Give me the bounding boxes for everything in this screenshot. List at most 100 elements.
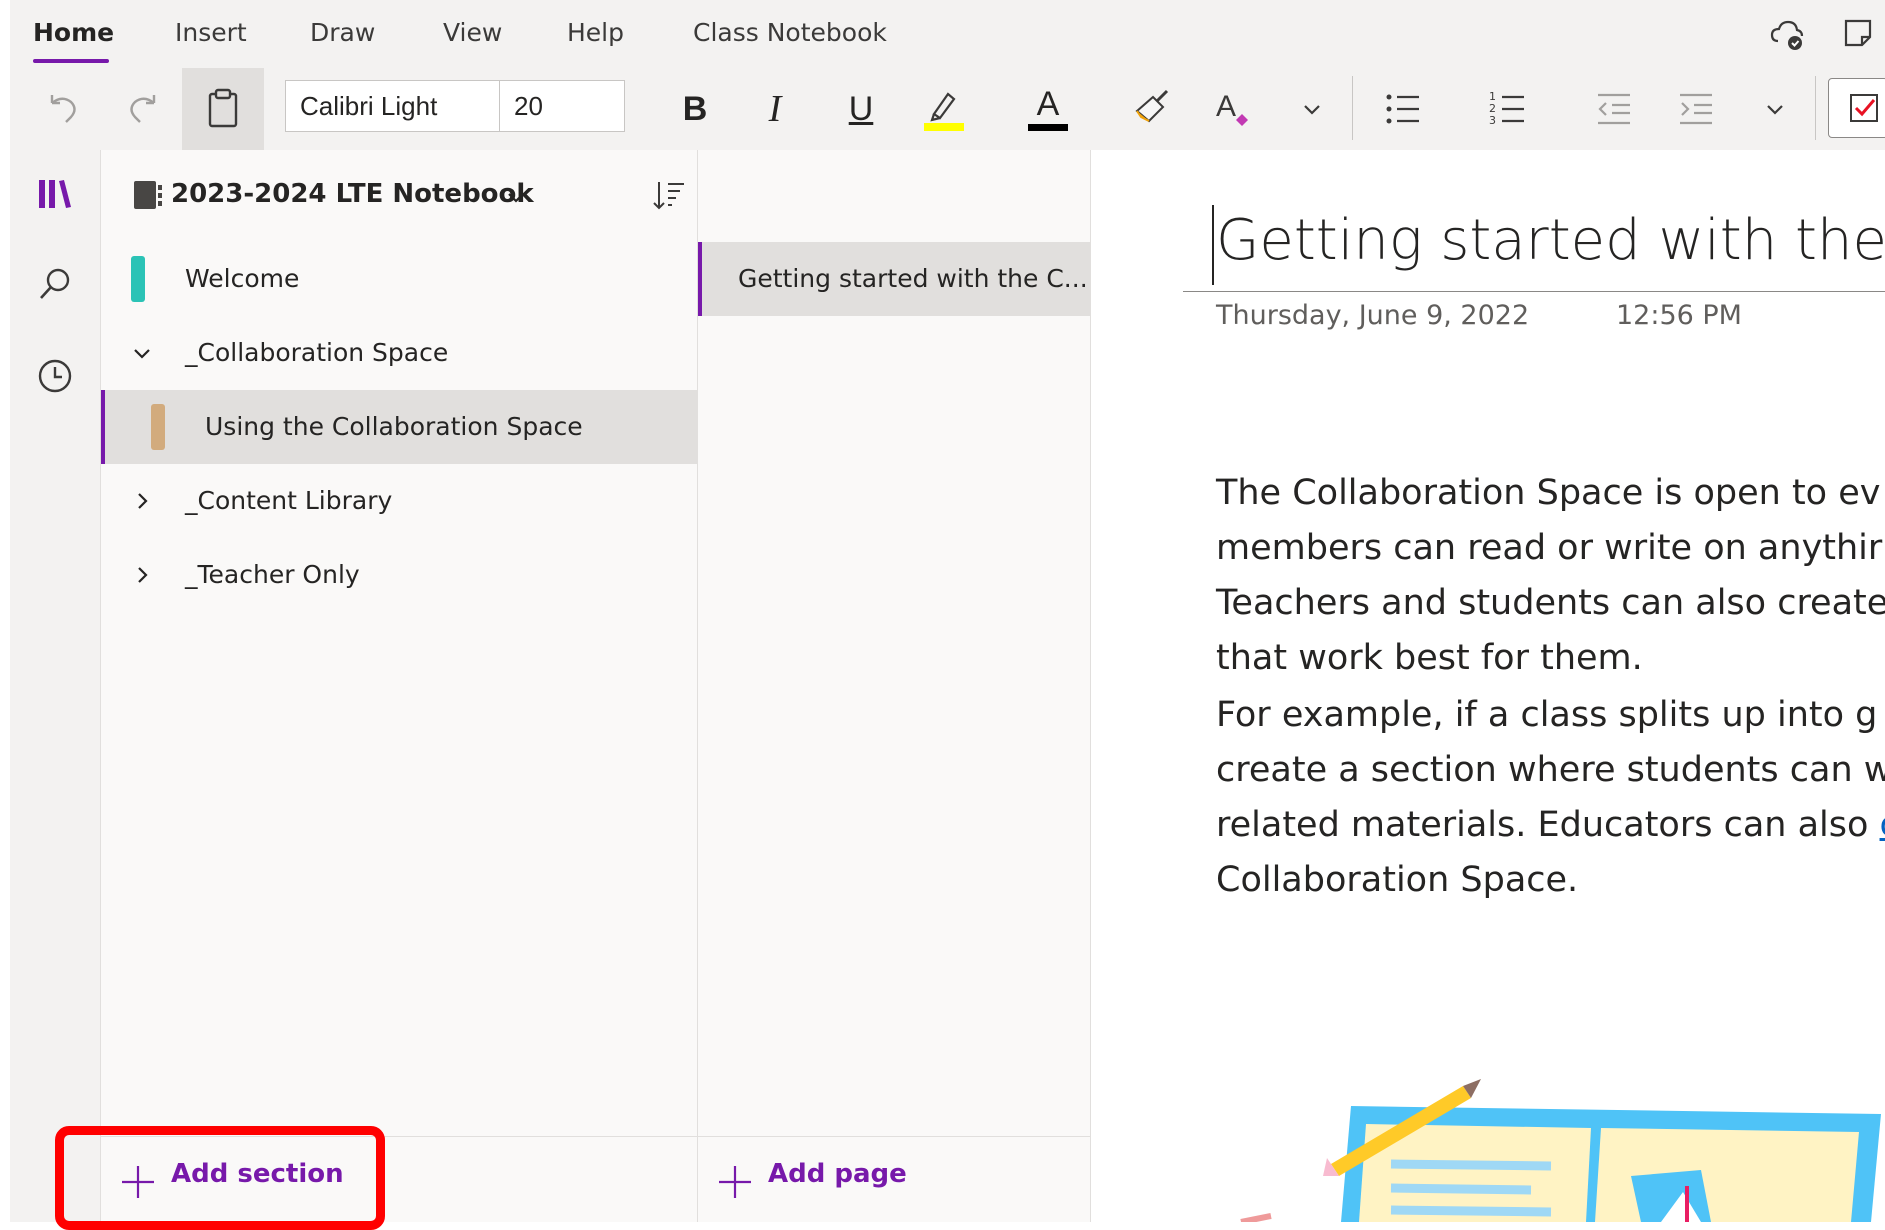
notebook-icon	[134, 181, 162, 209]
ribbon-tabs: Home Insert Draw View Help Class Noteboo…	[10, 0, 1885, 68]
section-item-welcome[interactable]: Welcome	[101, 242, 697, 316]
underline-button[interactable]: U	[836, 68, 886, 150]
chevron-down-icon	[1767, 105, 1783, 115]
tab-insert[interactable]: Insert	[175, 18, 247, 47]
underline-label: U	[848, 89, 874, 128]
todo-tag-button[interactable]	[1828, 78, 1885, 138]
section-item-using-collaboration-space[interactable]: Using the Collaboration Space	[101, 390, 697, 464]
font-more-dropdown[interactable]	[1292, 68, 1332, 150]
sections-pane: 2023-2024 LTE Notebook Welcome _Collabor…	[101, 150, 698, 1222]
body-line: related materials. Educators can also c	[1216, 798, 1885, 853]
notebook-title: 2023-2024 LTE Notebook	[171, 179, 534, 209]
font-color-button[interactable]: A	[1020, 68, 1076, 150]
italic-button[interactable]: I	[750, 68, 800, 150]
page-item-label: Getting started with the C...	[738, 264, 1088, 293]
add-section-button[interactable]: Add section	[101, 1136, 697, 1222]
sync-status-icon[interactable]	[1768, 15, 1806, 57]
numbering-button[interactable]: 1 2 3	[1480, 68, 1536, 150]
tab-view[interactable]: View	[443, 18, 502, 47]
section-group-label: _Content Library	[185, 486, 393, 515]
body-line: For example, if a class splits up into g	[1216, 695, 1878, 735]
format-painter-icon	[1135, 89, 1169, 123]
text-cursor	[1212, 205, 1214, 285]
section-color-tab	[131, 256, 145, 302]
body-line: create a section where students can w	[1216, 750, 1885, 790]
chevron-down-icon	[508, 193, 524, 203]
plus-icon	[719, 1166, 751, 1198]
sort-button[interactable]	[649, 176, 689, 216]
chevron-right-icon[interactable]	[129, 562, 155, 588]
body-line: that work best for them.	[1216, 638, 1643, 678]
clock-icon	[38, 359, 72, 393]
clear-formatting-icon: A	[1216, 90, 1248, 126]
decrease-indent-button[interactable]	[1586, 68, 1642, 150]
undo-button[interactable]	[32, 68, 92, 150]
page-date: Thursday, June 9, 2022	[1216, 300, 1530, 331]
highlight-button[interactable]	[915, 68, 971, 150]
section-label: Using the Collaboration Space	[205, 412, 583, 441]
section-group-teacher-only[interactable]: _Teacher Only	[101, 538, 697, 612]
add-page-button[interactable]: Add page	[698, 1136, 1090, 1222]
bullets-button[interactable]	[1375, 68, 1431, 150]
bold-label: B	[682, 89, 708, 128]
format-painter-button[interactable]	[1125, 68, 1181, 150]
clipboard-icon	[208, 88, 238, 128]
inline-link[interactable]: c	[1880, 805, 1885, 845]
page-time: 12:56 PM	[1616, 300, 1742, 331]
tab-draw[interactable]: Draw	[310, 18, 375, 47]
search-icon	[40, 268, 70, 299]
library-icon	[39, 180, 71, 208]
selection-indicator	[101, 390, 105, 464]
sticky-notes-icon[interactable]	[1840, 15, 1878, 57]
tab-class-notebook[interactable]: Class Notebook	[693, 18, 887, 47]
body-paragraph[interactable]: For example, if a class splits up into g…	[1216, 688, 1885, 908]
notebooks-button[interactable]	[10, 154, 100, 234]
section-group-content-library[interactable]: _Content Library	[101, 464, 697, 538]
chevron-right-icon[interactable]	[129, 488, 155, 514]
font-name-input[interactable]: Calibri Light	[286, 81, 500, 131]
search-button[interactable]	[10, 244, 100, 324]
increase-indent-button[interactable]	[1668, 68, 1724, 150]
redo-button[interactable]	[114, 68, 174, 150]
paste-button[interactable]	[182, 68, 264, 150]
font-size-input[interactable]: 20	[500, 81, 624, 131]
paragraph-more-dropdown[interactable]	[1755, 68, 1795, 150]
body-paragraph[interactable]: The Collaboration Space is open to ev me…	[1216, 466, 1885, 686]
outdent-icon	[1598, 93, 1630, 125]
recent-notes-button[interactable]	[10, 336, 100, 416]
font-color-swatch	[1028, 124, 1068, 131]
redo-icon	[130, 95, 156, 123]
tab-help[interactable]: Help	[567, 18, 624, 47]
body-line: Collaboration Space.	[1216, 860, 1579, 900]
section-color-tab	[151, 404, 165, 450]
active-tab-indicator	[33, 59, 109, 63]
chevron-down-icon[interactable]	[129, 340, 155, 366]
highlighter-icon	[924, 92, 964, 131]
bold-button[interactable]: B	[670, 68, 720, 150]
body-line: members can read or write on anythir	[1216, 528, 1883, 568]
title-divider	[1183, 291, 1885, 292]
toolbar-divider	[1352, 76, 1353, 140]
body-line: The Collaboration Space is open to ev	[1216, 473, 1881, 513]
body-line-text: related materials. Educators can also	[1216, 805, 1880, 845]
page-canvas[interactable]: Getting started with the Thursday, June …	[1091, 150, 1885, 1222]
ribbon-toolbar: Calibri Light 20 B I U A A 1 2 3	[10, 68, 1885, 151]
notebook-illustration	[1240, 1079, 1881, 1222]
onenote-window: Home Insert Draw View Help Class Noteboo…	[10, 0, 1885, 1222]
page-title[interactable]: Getting started with the	[1216, 208, 1885, 273]
notebook-header[interactable]: 2023-2024 LTE Notebook	[101, 150, 697, 240]
bulleted-list-icon	[1386, 94, 1419, 124]
sort-icon	[653, 182, 684, 210]
navigation-rail	[10, 150, 101, 1222]
section-label: Welcome	[185, 264, 300, 293]
tab-home[interactable]: Home	[33, 18, 114, 47]
section-group-label: _Teacher Only	[185, 560, 360, 589]
section-group-collaboration-space[interactable]: _Collaboration Space	[101, 316, 697, 390]
clear-formatting-button[interactable]: A	[1205, 68, 1261, 150]
page-item-getting-started[interactable]: Getting started with the C...	[698, 242, 1090, 316]
selection-indicator	[698, 242, 702, 316]
section-group-label: _Collaboration Space	[185, 338, 449, 367]
chevron-down-icon	[1304, 105, 1320, 115]
italic-label: I	[768, 88, 782, 130]
font-selector: Calibri Light 20	[285, 80, 625, 132]
